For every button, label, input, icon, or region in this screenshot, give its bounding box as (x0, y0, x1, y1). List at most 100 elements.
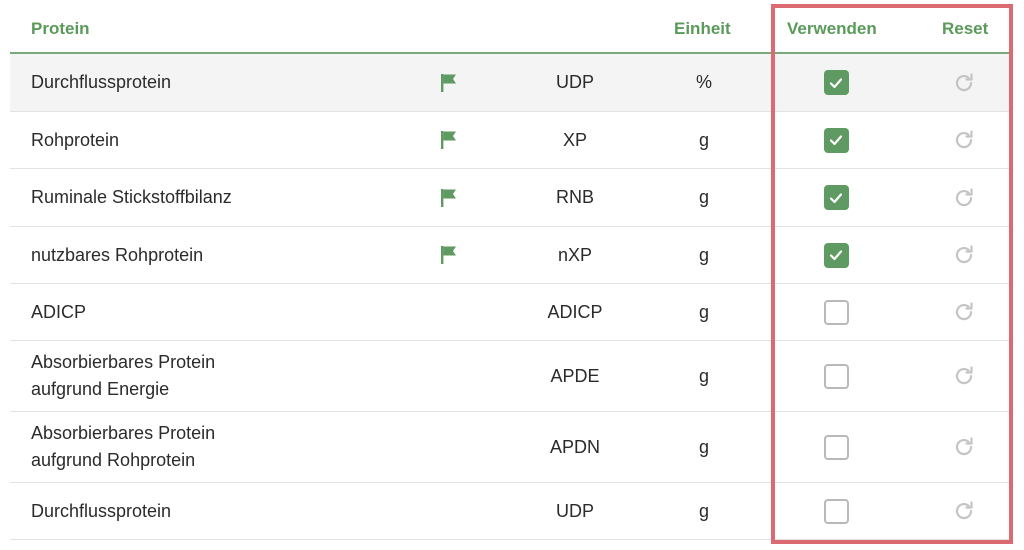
row-unit: g (698, 129, 709, 150)
reset-button[interactable] (951, 54, 977, 111)
checkmark-icon (828, 190, 844, 206)
reset-button[interactable] (951, 112, 977, 168)
reset-icon (952, 128, 976, 152)
reset-button[interactable] (951, 169, 977, 226)
use-cell (821, 341, 851, 411)
row-name: Rohprotein (31, 129, 120, 150)
reset-button[interactable] (951, 341, 977, 411)
reset-button[interactable] (951, 483, 977, 539)
use-checkbox[interactable] (823, 242, 849, 268)
unit-cell: g (674, 483, 734, 539)
use-cell (821, 412, 851, 482)
row-abbr: APDN (549, 436, 600, 457)
row-unit: g (698, 301, 709, 322)
abbr-cell: UDP (530, 54, 620, 111)
table-body: Durchflussprotein UDP% Rohprotein XP g Rumina… (10, 54, 1012, 540)
checkmark-icon (828, 132, 844, 148)
row-abbr: UDP (555, 72, 594, 92)
use-checkbox[interactable] (823, 434, 849, 460)
flag-icon (440, 54, 460, 111)
name-cell: Durchflussprotein (31, 54, 331, 111)
use-checkbox[interactable] (823, 70, 849, 95)
row-name: Durchflussprotein (31, 72, 172, 92)
table-row: nutzbares Rohprotein nXP g (10, 227, 1012, 284)
abbr-cell: APDE (530, 341, 620, 411)
unit-cell: g (674, 169, 734, 226)
unit-cell: g (674, 227, 734, 283)
row-name-line2: aufgrund Rohprotein (31, 450, 196, 470)
name-cell: Rohprotein (31, 112, 331, 168)
unit-cell: g (674, 284, 734, 340)
row-abbr: APDE (550, 365, 600, 386)
reset-button[interactable] (951, 412, 977, 482)
table-row: Ruminale Stickstoffbilanz RNB g (10, 169, 1012, 227)
row-name: Ruminale Stickstoffbilanz (31, 187, 232, 207)
name-cell: Absorbierbares Protein aufgrund Energie (31, 341, 331, 411)
header-protein: Protein (31, 19, 90, 38)
reset-button[interactable] (951, 284, 977, 340)
reset-icon (952, 71, 976, 95)
row-unit: % (695, 72, 712, 92)
table-row: Absorbierbares Protein aufgrund Rohprotei… (10, 412, 1012, 483)
row-name-line2: aufgrund Energie (31, 379, 170, 399)
use-cell (821, 483, 851, 539)
row-unit: g (698, 187, 709, 207)
row-unit: g (698, 244, 709, 265)
table-row: ADICP ADICP g (10, 284, 1012, 341)
table-header: Protein Einheit Verwenden Reset (10, 0, 1012, 54)
table-row: Rohprotein XP g (10, 112, 1012, 169)
use-checkbox[interactable] (823, 363, 849, 389)
row-abbr: RNB (555, 187, 594, 207)
checkmark-icon (828, 75, 844, 91)
abbr-cell: APDN (530, 412, 620, 482)
reset-icon (952, 499, 976, 523)
unit-cell: g (674, 341, 734, 411)
use-checkbox[interactable] (823, 185, 849, 210)
header-einheit: Einheit (674, 19, 731, 38)
name-cell: Absorbierbares Protein aufgrund Rohprotei… (31, 412, 331, 482)
flag-icon (440, 227, 460, 283)
name-cell: nutzbares Rohprotein (31, 227, 331, 283)
use-cell (821, 227, 851, 283)
reset-icon (952, 435, 976, 459)
row-unit: g (698, 436, 709, 457)
row-name: Absorbierbares Protein (31, 423, 216, 443)
use-cell (821, 169, 851, 226)
flag-icon (440, 112, 460, 168)
use-cell (821, 54, 851, 111)
abbr-cell: XP (530, 112, 620, 168)
reset-icon (952, 364, 976, 388)
row-abbr: nXP (557, 244, 593, 265)
row-abbr: ADICP (547, 301, 603, 322)
use-checkbox[interactable] (823, 299, 849, 325)
use-cell (821, 112, 851, 168)
flag-icon (440, 169, 460, 226)
use-checkbox[interactable] (823, 127, 849, 153)
row-name: ADICP (31, 301, 87, 322)
name-cell: Durchflussprotein (31, 483, 331, 539)
row-abbr: UDP (555, 500, 594, 521)
row-name: nutzbares Rohprotein (31, 244, 204, 265)
row-name: Absorbierbares Protein (31, 352, 216, 372)
checkmark-icon (828, 247, 844, 263)
header-reset: Reset (942, 19, 989, 38)
reset-button[interactable] (951, 227, 977, 283)
abbr-cell: UDP (530, 483, 620, 539)
abbr-cell: ADICP (530, 284, 620, 340)
table-row: Durchflussprotein UDP% (10, 54, 1012, 112)
reset-icon (952, 186, 976, 210)
header-verwenden: Verwenden (787, 19, 877, 38)
row-name: Durchflussprotein (31, 500, 172, 521)
name-cell: Ruminale Stickstoffbilanz (31, 169, 331, 226)
unit-cell: g (674, 412, 734, 482)
row-unit: g (698, 365, 709, 386)
table-row: Absorbierbares Protein aufgrund Energie AP… (10, 341, 1012, 412)
unit-cell: g (674, 112, 734, 168)
use-cell (821, 284, 851, 340)
abbr-cell: RNB (530, 169, 620, 226)
unit-cell: % (674, 54, 734, 111)
reset-icon (952, 243, 976, 267)
table-row: Durchflussprotein UDP g (10, 483, 1012, 540)
use-checkbox[interactable] (823, 498, 849, 524)
abbr-cell: nXP (530, 227, 620, 283)
